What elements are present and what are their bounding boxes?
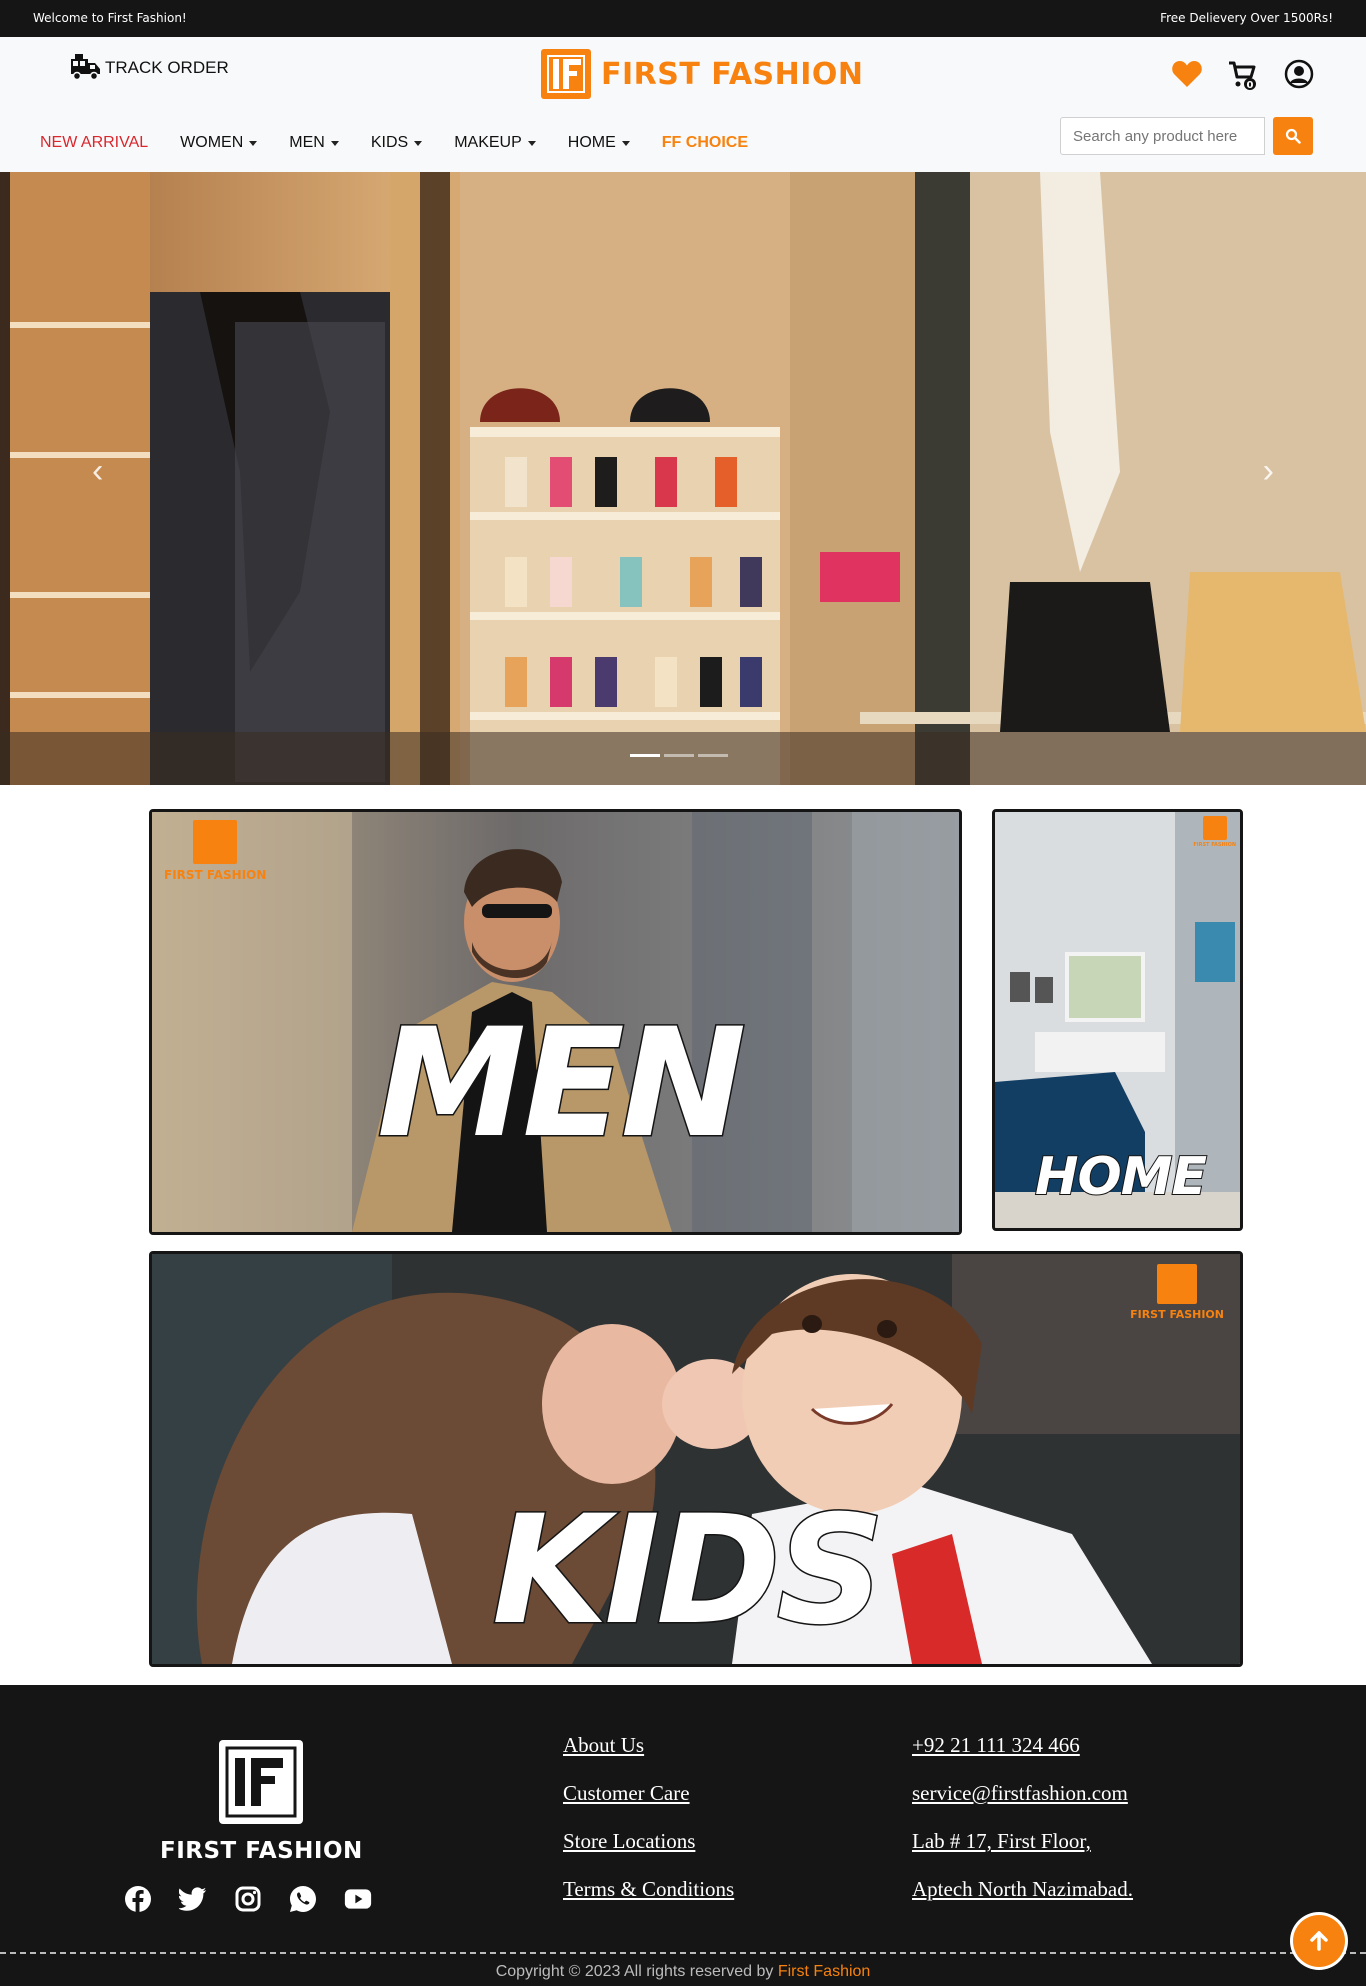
main-nav: NEW ARRIVAL WOMEN MEN KIDS MAKEUP HOME F… (40, 134, 780, 152)
category-card-kids[interactable]: FIRST FASHION KIDS (149, 1251, 1243, 1667)
whatsapp-icon[interactable] (289, 1885, 317, 1913)
category-card-home[interactable]: FIRST FASHION HOME (992, 809, 1243, 1231)
site-logo[interactable]: FIRST FASHION (541, 49, 864, 99)
hero-carousel: ‹ › (0, 172, 1366, 785)
search-input[interactable] (1060, 117, 1265, 155)
welcome-text: Welcome to First Fashion! (33, 11, 187, 25)
carousel-indicator[interactable] (630, 754, 660, 757)
footer-divider (0, 1952, 1366, 1954)
caret-down-icon (330, 140, 339, 146)
copyright-brand: First Fashion (777, 1963, 871, 1980)
free-delivery-text: Free Delievery Over 1500Rs! (1160, 11, 1333, 25)
nav-item-makeup[interactable]: MAKEUP (454, 134, 536, 152)
instagram-icon[interactable] (234, 1885, 262, 1913)
cart-count: 0 (1247, 80, 1254, 90)
caret-down-icon (527, 140, 536, 146)
caret-down-icon (249, 140, 258, 146)
facebook-icon[interactable] (124, 1885, 152, 1913)
nav-item-kids[interactable]: KIDS (371, 134, 423, 152)
twitter-icon[interactable] (179, 1885, 207, 1913)
logo-mark-icon (219, 1740, 304, 1824)
back-to-top-button[interactable] (1293, 1915, 1345, 1967)
track-order-label: TRACK ORDER (105, 58, 229, 77)
heart-icon[interactable] (1170, 57, 1204, 91)
truck-icon (70, 53, 102, 83)
youtube-icon[interactable] (344, 1885, 372, 1913)
kids-label: KIDS (491, 1483, 887, 1660)
footer-contact: +92 21 111 324 466 service@firstfashion.… (912, 1733, 1133, 1902)
brand-badge: FIRST FASHION (1130, 1264, 1224, 1321)
footer-address-line-2[interactable]: Aptech North Nazimabad. (912, 1877, 1133, 1902)
arrow-up-icon (1310, 1931, 1328, 1951)
search-icon (1285, 128, 1301, 144)
footer-address-line-1[interactable]: Lab # 17, First Floor, (912, 1829, 1133, 1854)
footer-link-terms[interactable]: Terms & Conditions (563, 1877, 734, 1902)
search-button[interactable] (1273, 117, 1313, 155)
carousel-next-icon[interactable]: › (1263, 452, 1274, 491)
footer: FIRST FASHION About Us Customer Care Sto… (0, 1685, 1366, 1986)
footer-logo[interactable]: FIRST FASHION (160, 1740, 363, 1864)
nav-item-ff-choice[interactable]: FF CHOICE (662, 134, 748, 152)
nav-item-women[interactable]: WOMEN (180, 134, 258, 152)
header: TRACK ORDER FIRST FASHION 0 NEW ARRIVAL … (0, 37, 1366, 172)
footer-links: About Us Customer Care Store Locations T… (563, 1733, 734, 1902)
home-label: HOME (1034, 1146, 1208, 1208)
user-icon[interactable] (1282, 57, 1316, 91)
top-bar: Welcome to First Fashion! Free Delievery… (0, 0, 1366, 37)
social-links (124, 1885, 372, 1913)
footer-logo-text: FIRST FASHION (160, 1838, 363, 1864)
category-card-men[interactable]: FIRST FASHION MEN (149, 809, 962, 1235)
logo-mark-icon (1157, 1264, 1198, 1304)
carousel-indicator[interactable] (664, 754, 694, 757)
caret-down-icon (414, 140, 423, 146)
nav-item-new-arrival[interactable]: NEW ARRIVAL (40, 134, 148, 152)
nav-item-men[interactable]: MEN (289, 134, 339, 152)
footer-link-customer-care[interactable]: Customer Care (563, 1781, 734, 1806)
footer-link-about-us[interactable]: About Us (563, 1733, 734, 1758)
logo-text: FIRST FASHION (601, 56, 864, 92)
track-order-link[interactable]: TRACK ORDER (70, 53, 229, 83)
carousel-indicators (630, 754, 728, 757)
header-icons: 0 (1170, 57, 1316, 91)
hero-image (0, 172, 1366, 785)
brand-badge: FIRST FASHION (164, 820, 266, 882)
carousel-indicator[interactable] (698, 754, 728, 757)
logo-mark-icon (541, 49, 591, 99)
search-bar (1060, 117, 1313, 155)
nav-item-home[interactable]: HOME (568, 134, 630, 152)
carousel-prev-icon[interactable]: ‹ (92, 452, 103, 491)
cart-icon[interactable]: 0 (1226, 57, 1260, 91)
men-label: MEN (375, 996, 747, 1173)
copyright-text: Copyright © 2023 All rights reserved by (495, 1963, 778, 1980)
brand-badge: FIRST FASHION (1193, 816, 1236, 848)
caret-down-icon (621, 140, 630, 146)
footer-email-link[interactable]: service@firstfashion.com (912, 1781, 1133, 1806)
footer-phone-link[interactable]: +92 21 111 324 466 (912, 1733, 1133, 1758)
copyright: Copyright © 2023 All rights reserved by … (0, 1963, 1366, 1981)
logo-mark-icon (1202, 816, 1227, 840)
footer-link-store-locations[interactable]: Store Locations (563, 1829, 734, 1854)
logo-mark-icon (193, 820, 238, 864)
